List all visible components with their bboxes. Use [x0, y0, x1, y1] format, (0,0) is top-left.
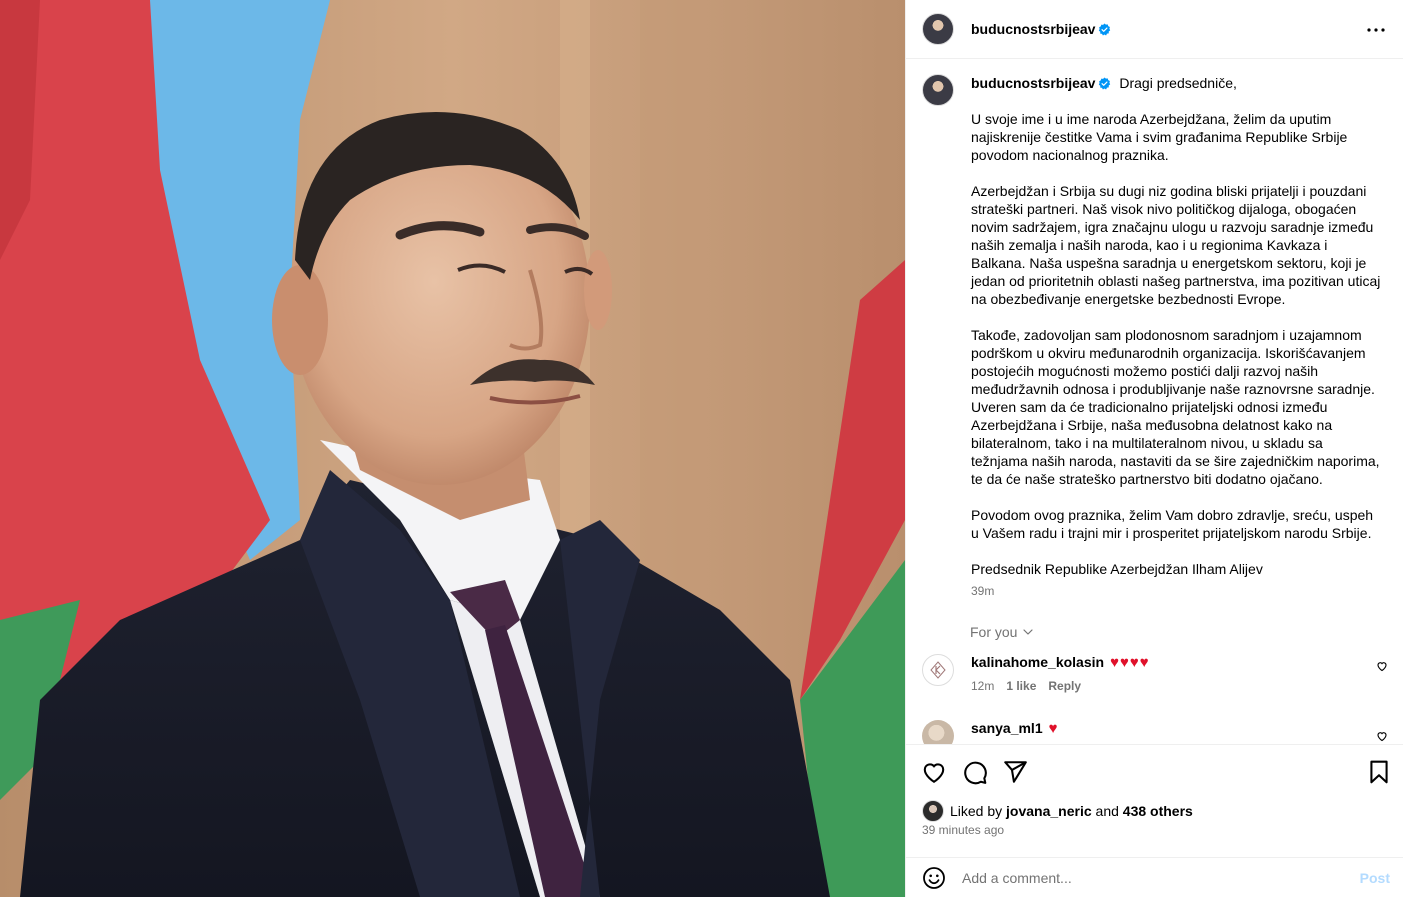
- post-image[interactable]: [0, 0, 905, 897]
- like-heart-icon[interactable]: [921, 759, 947, 785]
- liker-avatar[interactable]: [922, 800, 944, 822]
- chevron-down-icon: [1023, 629, 1034, 635]
- emoji-icon[interactable]: [922, 866, 946, 890]
- verified-badge-icon: [1099, 23, 1111, 35]
- caption-author-avatar[interactable]: [922, 74, 954, 106]
- comment-like-count[interactable]: 1 like: [1006, 679, 1036, 693]
- commenter-username[interactable]: kalinahome_kolasin: [971, 654, 1104, 670]
- instagram-post-view: buducnostsrbijeav buducnostsrbijeav Drag…: [0, 0, 1403, 897]
- for-you-label: For you: [970, 624, 1018, 640]
- verified-badge-icon: [1099, 77, 1111, 90]
- bookmark-save-icon[interactable]: [1366, 759, 1392, 785]
- more-options-icon[interactable]: [1364, 18, 1388, 42]
- post-timestamp[interactable]: 39 minutes ago: [922, 823, 1004, 837]
- post-actions-bar: [906, 744, 1403, 798]
- post-photo-illustration: [0, 0, 905, 897]
- commenter-username[interactable]: sanya_ml1: [971, 720, 1043, 736]
- comment-text: ♥: [1048, 720, 1059, 737]
- comment-body: kalinahome_kolasin ♥♥♥♥ 12m 1 like Reply: [971, 654, 1150, 693]
- author-username[interactable]: buducnostsrbijeav: [971, 21, 1095, 37]
- liker-username[interactable]: jovana_neric: [1006, 803, 1092, 819]
- caption-username[interactable]: buducnostsrbijeav: [971, 75, 1095, 91]
- commenter-avatar[interactable]: [922, 654, 954, 686]
- author-avatar[interactable]: [922, 13, 954, 45]
- comment-meta: 12m 1 like Reply: [971, 679, 1150, 693]
- caption-greeting: Dragi predsedniče,: [1119, 75, 1237, 91]
- caption-paragraph: Povodom ovog praznika, želim Vam dobro z…: [971, 507, 1374, 541]
- comment-item: kalinahome_kolasin ♥♥♥♥ 12m 1 like Reply: [922, 654, 1388, 693]
- post-comment-button[interactable]: Post: [1360, 870, 1390, 886]
- comment-heart-icon[interactable]: [1376, 730, 1388, 742]
- caption-signature: Predsednik Republike Azerbejdžan Ilham A…: [971, 561, 1263, 577]
- caption-paragraph: Takođe, zadovoljan sam plodonosnom sarad…: [971, 327, 1380, 487]
- caption-paragraph: Azerbejdžan i Srbija su dugi niz godina …: [971, 183, 1381, 307]
- likes-middle: and: [1095, 803, 1119, 819]
- likes-summary: Liked by jovana_neric and 438 others: [922, 800, 1193, 822]
- for-you-filter[interactable]: For you: [970, 624, 1034, 640]
- post-header: buducnostsrbijeav: [906, 0, 1403, 59]
- post-caption: buducnostsrbijeav Dragi predsedniče, U s…: [922, 74, 1388, 600]
- commenter-avatar[interactable]: [922, 720, 954, 744]
- comment-text: ♥♥♥♥: [1110, 654, 1150, 671]
- comment-heart-icon[interactable]: [1376, 660, 1388, 672]
- comment-item: sanya_ml1 ♥: [922, 720, 1388, 744]
- comment-input[interactable]: [962, 869, 1342, 886]
- likes-prefix: Liked by: [950, 803, 1003, 819]
- share-send-icon[interactable]: [1002, 759, 1028, 785]
- add-comment-bar: Post: [906, 857, 1403, 897]
- post-side-panel: buducnostsrbijeav buducnostsrbijeav Drag…: [905, 0, 1403, 897]
- caption-first-line: buducnostsrbijeav Dragi predsedniče,: [971, 74, 1381, 92]
- caption-time[interactable]: 39m: [971, 582, 1381, 600]
- comment-time[interactable]: 12m: [971, 679, 994, 693]
- comment-bubble-icon[interactable]: [962, 759, 988, 785]
- caption-body: buducnostsrbijeav Dragi predsedniče, U s…: [971, 74, 1381, 600]
- caption-paragraph: U svoje ime i u ime naroda Azerbejdžana,…: [971, 111, 1348, 163]
- likes-text: Liked by jovana_neric and 438 others: [950, 803, 1193, 819]
- kalina-logo-icon: [930, 661, 946, 679]
- comment-reply-button[interactable]: Reply: [1048, 679, 1081, 693]
- likes-others-link[interactable]: 438 others: [1123, 803, 1193, 819]
- comment-body: sanya_ml1 ♥: [971, 720, 1059, 744]
